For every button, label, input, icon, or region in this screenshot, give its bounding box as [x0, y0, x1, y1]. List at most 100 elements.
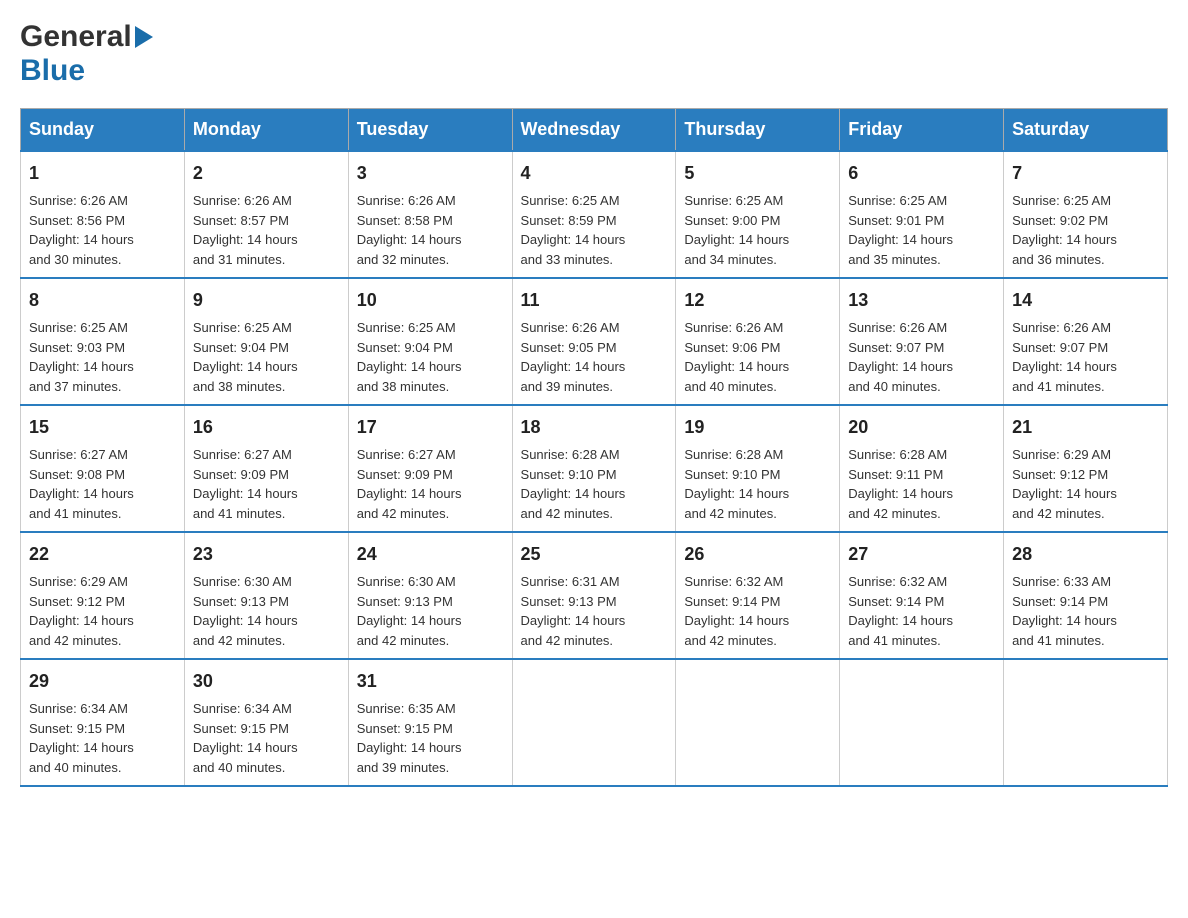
day-info-31: Sunrise: 6:35 AMSunset: 9:15 PMDaylight:…	[357, 699, 504, 777]
calendar-day-11: 11 Sunrise: 6:26 AMSunset: 9:05 PMDaylig…	[512, 278, 676, 405]
day-info-5: Sunrise: 6:25 AMSunset: 9:00 PMDaylight:…	[684, 191, 831, 269]
day-number-7: 7	[1012, 160, 1159, 187]
day-number-30: 30	[193, 668, 340, 695]
calendar-header-friday: Friday	[840, 109, 1004, 152]
calendar-header-saturday: Saturday	[1004, 109, 1168, 152]
day-info-17: Sunrise: 6:27 AMSunset: 9:09 PMDaylight:…	[357, 445, 504, 523]
day-info-16: Sunrise: 6:27 AMSunset: 9:09 PMDaylight:…	[193, 445, 340, 523]
day-info-19: Sunrise: 6:28 AMSunset: 9:10 PMDaylight:…	[684, 445, 831, 523]
day-info-28: Sunrise: 6:33 AMSunset: 9:14 PMDaylight:…	[1012, 572, 1159, 650]
day-info-13: Sunrise: 6:26 AMSunset: 9:07 PMDaylight:…	[848, 318, 995, 396]
calendar-day-29: 29 Sunrise: 6:34 AMSunset: 9:15 PMDaylig…	[21, 659, 185, 786]
day-info-10: Sunrise: 6:25 AMSunset: 9:04 PMDaylight:…	[357, 318, 504, 396]
calendar-day-6: 6 Sunrise: 6:25 AMSunset: 9:01 PMDayligh…	[840, 151, 1004, 278]
calendar-week-3: 15 Sunrise: 6:27 AMSunset: 9:08 PMDaylig…	[21, 405, 1168, 532]
calendar-day-15: 15 Sunrise: 6:27 AMSunset: 9:08 PMDaylig…	[21, 405, 185, 532]
calendar-day-31: 31 Sunrise: 6:35 AMSunset: 9:15 PMDaylig…	[348, 659, 512, 786]
calendar-day-17: 17 Sunrise: 6:27 AMSunset: 9:09 PMDaylig…	[348, 405, 512, 532]
calendar-day-20: 20 Sunrise: 6:28 AMSunset: 9:11 PMDaylig…	[840, 405, 1004, 532]
calendar-day-7: 7 Sunrise: 6:25 AMSunset: 9:02 PMDayligh…	[1004, 151, 1168, 278]
calendar-day-23: 23 Sunrise: 6:30 AMSunset: 9:13 PMDaylig…	[184, 532, 348, 659]
day-info-25: Sunrise: 6:31 AMSunset: 9:13 PMDaylight:…	[521, 572, 668, 650]
calendar-header-monday: Monday	[184, 109, 348, 152]
calendar-day-2: 2 Sunrise: 6:26 AMSunset: 8:57 PMDayligh…	[184, 151, 348, 278]
day-number-27: 27	[848, 541, 995, 568]
day-info-18: Sunrise: 6:28 AMSunset: 9:10 PMDaylight:…	[521, 445, 668, 523]
day-number-18: 18	[521, 414, 668, 441]
calendar-day-13: 13 Sunrise: 6:26 AMSunset: 9:07 PMDaylig…	[840, 278, 1004, 405]
day-number-13: 13	[848, 287, 995, 314]
calendar-empty-cell	[512, 659, 676, 786]
calendar-day-19: 19 Sunrise: 6:28 AMSunset: 9:10 PMDaylig…	[676, 405, 840, 532]
calendar-day-9: 9 Sunrise: 6:25 AMSunset: 9:04 PMDayligh…	[184, 278, 348, 405]
day-info-24: Sunrise: 6:30 AMSunset: 9:13 PMDaylight:…	[357, 572, 504, 650]
day-number-24: 24	[357, 541, 504, 568]
calendar-day-24: 24 Sunrise: 6:30 AMSunset: 9:13 PMDaylig…	[348, 532, 512, 659]
day-info-14: Sunrise: 6:26 AMSunset: 9:07 PMDaylight:…	[1012, 318, 1159, 396]
calendar-day-18: 18 Sunrise: 6:28 AMSunset: 9:10 PMDaylig…	[512, 405, 676, 532]
calendar-header-row: SundayMondayTuesdayWednesdayThursdayFrid…	[21, 109, 1168, 152]
day-number-21: 21	[1012, 414, 1159, 441]
calendar-week-5: 29 Sunrise: 6:34 AMSunset: 9:15 PMDaylig…	[21, 659, 1168, 786]
logo-triangle-icon	[135, 26, 153, 53]
day-number-10: 10	[357, 287, 504, 314]
day-number-16: 16	[193, 414, 340, 441]
calendar-day-10: 10 Sunrise: 6:25 AMSunset: 9:04 PMDaylig…	[348, 278, 512, 405]
day-number-3: 3	[357, 160, 504, 187]
calendar-day-16: 16 Sunrise: 6:27 AMSunset: 9:09 PMDaylig…	[184, 405, 348, 532]
calendar-day-3: 3 Sunrise: 6:26 AMSunset: 8:58 PMDayligh…	[348, 151, 512, 278]
day-info-3: Sunrise: 6:26 AMSunset: 8:58 PMDaylight:…	[357, 191, 504, 269]
calendar-header-sunday: Sunday	[21, 109, 185, 152]
calendar-day-4: 4 Sunrise: 6:25 AMSunset: 8:59 PMDayligh…	[512, 151, 676, 278]
day-info-8: Sunrise: 6:25 AMSunset: 9:03 PMDaylight:…	[29, 318, 176, 396]
calendar-day-12: 12 Sunrise: 6:26 AMSunset: 9:06 PMDaylig…	[676, 278, 840, 405]
day-number-4: 4	[521, 160, 668, 187]
day-info-4: Sunrise: 6:25 AMSunset: 8:59 PMDaylight:…	[521, 191, 668, 269]
logo-blue-text: Blue	[20, 54, 85, 87]
day-number-29: 29	[29, 668, 176, 695]
calendar-day-22: 22 Sunrise: 6:29 AMSunset: 9:12 PMDaylig…	[21, 532, 185, 659]
day-number-9: 9	[193, 287, 340, 314]
day-number-8: 8	[29, 287, 176, 314]
calendar-day-8: 8 Sunrise: 6:25 AMSunset: 9:03 PMDayligh…	[21, 278, 185, 405]
day-info-2: Sunrise: 6:26 AMSunset: 8:57 PMDaylight:…	[193, 191, 340, 269]
day-number-5: 5	[684, 160, 831, 187]
day-number-6: 6	[848, 160, 995, 187]
day-info-21: Sunrise: 6:29 AMSunset: 9:12 PMDaylight:…	[1012, 445, 1159, 523]
calendar-header-wednesday: Wednesday	[512, 109, 676, 152]
calendar-week-1: 1 Sunrise: 6:26 AMSunset: 8:56 PMDayligh…	[21, 151, 1168, 278]
day-info-23: Sunrise: 6:30 AMSunset: 9:13 PMDaylight:…	[193, 572, 340, 650]
calendar-day-14: 14 Sunrise: 6:26 AMSunset: 9:07 PMDaylig…	[1004, 278, 1168, 405]
day-info-7: Sunrise: 6:25 AMSunset: 9:02 PMDaylight:…	[1012, 191, 1159, 269]
calendar-day-26: 26 Sunrise: 6:32 AMSunset: 9:14 PMDaylig…	[676, 532, 840, 659]
calendar-day-21: 21 Sunrise: 6:29 AMSunset: 9:12 PMDaylig…	[1004, 405, 1168, 532]
day-info-1: Sunrise: 6:26 AMSunset: 8:56 PMDaylight:…	[29, 191, 176, 269]
calendar-week-4: 22 Sunrise: 6:29 AMSunset: 9:12 PMDaylig…	[21, 532, 1168, 659]
day-number-12: 12	[684, 287, 831, 314]
calendar-empty-cell	[840, 659, 1004, 786]
day-info-20: Sunrise: 6:28 AMSunset: 9:11 PMDaylight:…	[848, 445, 995, 523]
calendar-day-1: 1 Sunrise: 6:26 AMSunset: 8:56 PMDayligh…	[21, 151, 185, 278]
day-number-19: 19	[684, 414, 831, 441]
day-info-6: Sunrise: 6:25 AMSunset: 9:01 PMDaylight:…	[848, 191, 995, 269]
day-info-12: Sunrise: 6:26 AMSunset: 9:06 PMDaylight:…	[684, 318, 831, 396]
calendar-day-5: 5 Sunrise: 6:25 AMSunset: 9:00 PMDayligh…	[676, 151, 840, 278]
day-info-29: Sunrise: 6:34 AMSunset: 9:15 PMDaylight:…	[29, 699, 176, 777]
day-info-26: Sunrise: 6:32 AMSunset: 9:14 PMDaylight:…	[684, 572, 831, 650]
day-number-17: 17	[357, 414, 504, 441]
calendar-day-28: 28 Sunrise: 6:33 AMSunset: 9:14 PMDaylig…	[1004, 532, 1168, 659]
day-number-14: 14	[1012, 287, 1159, 314]
calendar-day-27: 27 Sunrise: 6:32 AMSunset: 9:14 PMDaylig…	[840, 532, 1004, 659]
day-info-27: Sunrise: 6:32 AMSunset: 9:14 PMDaylight:…	[848, 572, 995, 650]
day-number-1: 1	[29, 160, 176, 187]
calendar-day-30: 30 Sunrise: 6:34 AMSunset: 9:15 PMDaylig…	[184, 659, 348, 786]
calendar-day-25: 25 Sunrise: 6:31 AMSunset: 9:13 PMDaylig…	[512, 532, 676, 659]
day-number-20: 20	[848, 414, 995, 441]
logo-general-text: General	[20, 20, 132, 54]
calendar-header-tuesday: Tuesday	[348, 109, 512, 152]
day-number-28: 28	[1012, 541, 1159, 568]
day-info-11: Sunrise: 6:26 AMSunset: 9:05 PMDaylight:…	[521, 318, 668, 396]
page-header: General Blue	[20, 20, 1168, 88]
logo: General Blue	[20, 20, 153, 88]
calendar-table: SundayMondayTuesdayWednesdayThursdayFrid…	[20, 108, 1168, 787]
